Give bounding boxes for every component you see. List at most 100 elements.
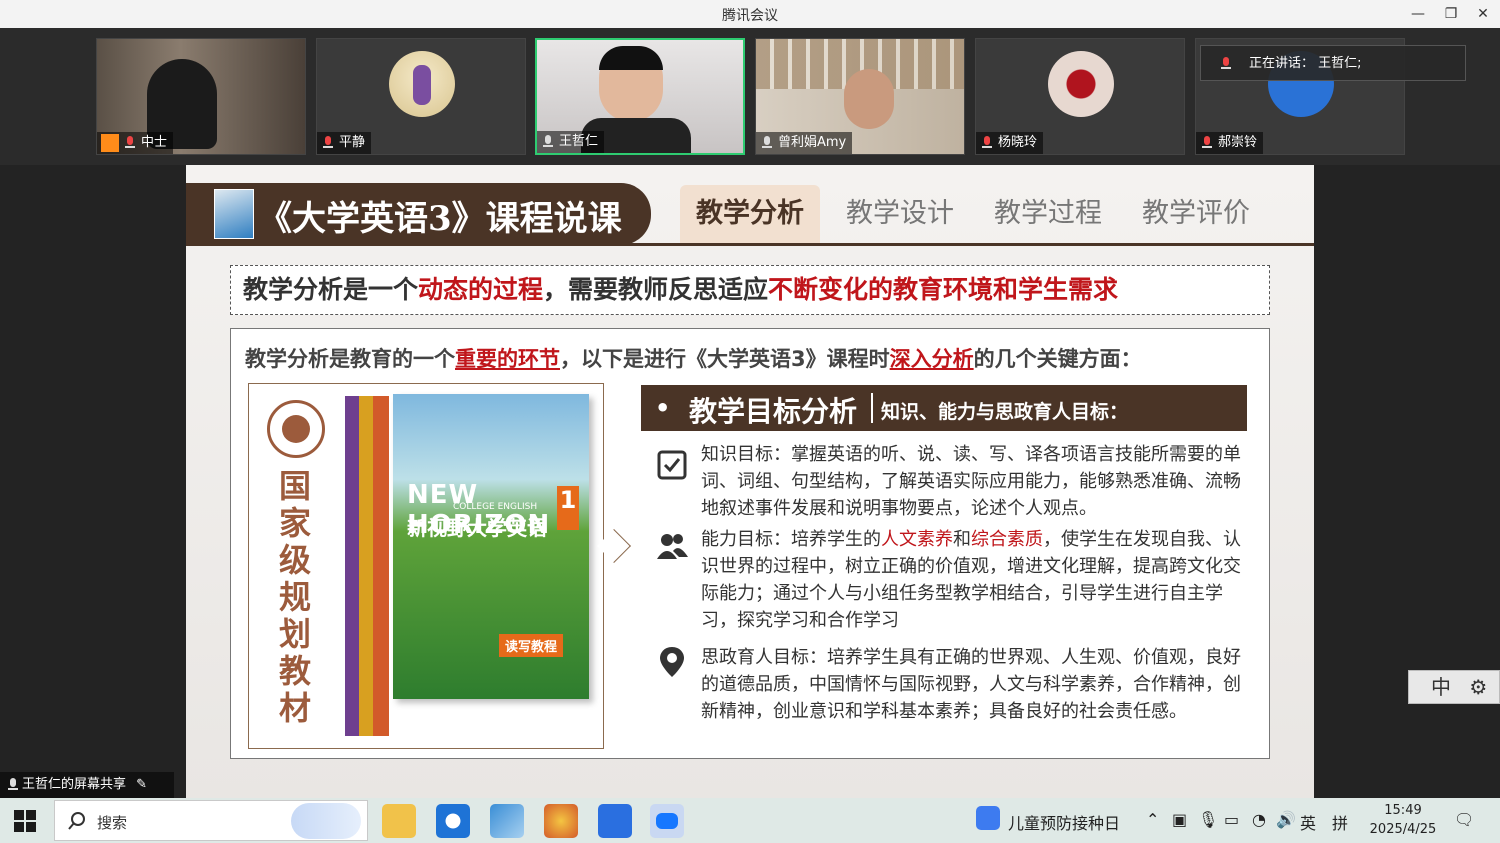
mic-muted-icon xyxy=(1219,57,1233,71)
ability-objective: 能力目标：培养学生的人文素养和综合素质，使学生在发现自我、认识世界的过程中，树立… xyxy=(701,526,1241,634)
feishu-icon[interactable] xyxy=(598,804,632,838)
ime-floating-widget[interactable]: 中 ⚙ xyxy=(1408,670,1500,704)
widgets-icon[interactable] xyxy=(976,806,1000,830)
vertical-char: 规 xyxy=(278,578,311,616)
objectives-header: • 教学目标分析 知识、能力与思政育人目标： xyxy=(641,385,1247,431)
participant-tile-active[interactable]: 王哲仁 xyxy=(535,38,745,155)
participant-tile[interactable]: 曾利娟Amy xyxy=(755,38,965,155)
intro-text: 的几个关键方面： xyxy=(973,347,1142,371)
ability-text: 和 xyxy=(953,529,971,550)
notification-icon[interactable]: 🗨 xyxy=(1454,810,1474,829)
location-pin-icon xyxy=(660,647,684,677)
avatar xyxy=(389,51,455,117)
close-button[interactable]: ✕ xyxy=(1466,2,1500,26)
book-thumbnail xyxy=(214,189,254,239)
participant-video xyxy=(844,69,894,129)
tab-teaching-process[interactable]: 教学过程 xyxy=(978,185,1118,243)
participant-tile[interactable]: 中士 xyxy=(96,38,306,155)
user-icon xyxy=(101,134,119,152)
participant-hair xyxy=(599,46,663,70)
avatar xyxy=(1048,51,1114,117)
key-statement-banner: 教学分析是一个动态的过程，需要教师反思适应不断变化的教育环境和学生需求 xyxy=(230,265,1270,315)
participant-namebar: 郝崇铃 xyxy=(1196,132,1264,154)
pencil-icon[interactable]: ✎ xyxy=(136,777,147,792)
book-spine-2 xyxy=(373,396,389,736)
content-box: 教学分析是教育的一个重要的环节，以下是进行《大学英语3》课程时深入分析的几个关键… xyxy=(230,328,1270,759)
taskbar: 搜索 儿童预防接种日 ⌃ ▣ 🎙 ▭ ◔ 🔊 英 拼 15:49 2025/4/… xyxy=(0,798,1500,843)
mic-muted-icon xyxy=(1200,136,1214,150)
intro-highlight: 重要的环节 xyxy=(455,347,560,371)
participant-namebar: 王哲仁 xyxy=(537,131,605,153)
ability-text: 能力目标：培养学生的 xyxy=(701,529,881,550)
clipboard-icon[interactable]: ▣ xyxy=(1172,810,1187,829)
vertical-char: 级 xyxy=(278,541,311,579)
participant-namebar: 平静 xyxy=(317,132,372,154)
textbook-cover: NEW HORIZON COLLEGE ENGLISH 新视野大学英语 1 读写… xyxy=(393,394,589,699)
windows-start-icon[interactable] xyxy=(14,810,36,832)
cover-tag: 读写教程 xyxy=(499,634,564,657)
restore-button[interactable]: ❐ xyxy=(1434,2,1468,26)
textbook-panel: 国 家 级 规 划 教 材 NEW HORIZON COLLEGE ENGLIS… xyxy=(248,383,604,749)
tab-teaching-analysis[interactable]: 教学分析 xyxy=(680,185,820,243)
title-bar: 腾讯会议 — ❐ ✕ xyxy=(0,0,1500,28)
participant-namebar: 中士 xyxy=(97,132,174,154)
microphone-icon[interactable]: 🎙 xyxy=(1198,810,1218,829)
header-divider xyxy=(186,243,1314,246)
publisher-seal-icon xyxy=(267,400,325,458)
participant-name: 中士 xyxy=(141,135,168,150)
banner-text: ，需要教师反思适应 xyxy=(543,275,769,304)
national-textbook-label: 国 家 级 规 划 教 材 xyxy=(275,468,315,727)
mic-icon xyxy=(760,136,774,150)
participant-tile[interactable]: 杨晓玲 xyxy=(975,38,1185,155)
screen-share-label[interactable]: 王哲仁的屏幕共享 ✎ xyxy=(0,772,174,798)
taskbar-search[interactable]: 搜索 xyxy=(54,800,368,841)
ime-mode[interactable]: 中 xyxy=(1431,675,1451,699)
participant-name: 平静 xyxy=(339,135,366,150)
objectives-subtitle: 知识、能力与思政育人目标： xyxy=(881,401,1129,423)
header-separator xyxy=(871,393,873,423)
edge-icon[interactable] xyxy=(436,804,470,838)
vertical-char: 教 xyxy=(278,652,311,690)
paint-icon[interactable] xyxy=(544,804,578,838)
vertical-char: 国 xyxy=(278,467,311,505)
title-tab: 《大学英语3》课程说课 xyxy=(186,183,651,245)
search-highlight-icon xyxy=(291,803,361,839)
share-label-text: 王哲仁的屏幕共享 xyxy=(22,777,127,792)
language-indicator[interactable]: 英 xyxy=(1300,810,1316,834)
tray-chevron-icon[interactable]: ⌃ xyxy=(1146,810,1159,829)
participant-namebar: 曾利娟Amy xyxy=(756,132,853,154)
shared-screen: 《大学英语3》课程说课 教学分析 教学设计 教学过程 教学评价 教学分析是一个动… xyxy=(0,165,1500,798)
tab-teaching-evaluation[interactable]: 教学评价 xyxy=(1126,185,1266,243)
gear-icon[interactable]: ⚙ xyxy=(1469,675,1487,699)
battery-icon[interactable]: ▭ xyxy=(1224,810,1239,829)
checklist-icon xyxy=(657,450,687,480)
vertical-char: 家 xyxy=(278,504,311,542)
volume-icon[interactable]: 🔊 xyxy=(1276,810,1296,829)
ability-highlight: 人文素养 xyxy=(881,529,953,550)
file-explorer-icon[interactable] xyxy=(382,804,416,838)
start-tile xyxy=(14,810,24,820)
participant-namebar: 杨晓玲 xyxy=(976,132,1044,154)
mic-icon xyxy=(541,135,555,149)
taskbar-clock[interactable]: 15:49 2025/4/25 xyxy=(1368,801,1438,839)
intro-highlight: 深入分析 xyxy=(889,347,974,371)
vertical-char: 材 xyxy=(278,689,311,727)
news-widget[interactable]: 儿童预防接种日 xyxy=(1008,810,1120,834)
participant-video xyxy=(599,46,663,122)
people-icon xyxy=(657,534,688,559)
banner-highlight: 动态的过程 xyxy=(418,275,544,304)
participant-name: 曾利娟Amy xyxy=(778,135,847,150)
tencent-meeting-icon[interactable] xyxy=(650,804,684,838)
course-title: 《大学英语3》课程说课 xyxy=(258,199,622,239)
notepad-icon[interactable] xyxy=(490,804,524,838)
mic-muted-icon xyxy=(980,136,994,150)
objectives-title: 教学目标分析 xyxy=(689,395,858,428)
minimize-button[interactable]: — xyxy=(1401,2,1435,26)
start-tile xyxy=(26,822,36,832)
wifi-icon[interactable]: ◔ xyxy=(1252,810,1266,829)
ime-indicator[interactable]: 拼 xyxy=(1332,810,1348,834)
tab-teaching-design[interactable]: 教学设计 xyxy=(830,185,970,243)
speaking-indicator: 正在讲话： 王哲仁; xyxy=(1200,45,1466,81)
participant-tile[interactable]: 平静 xyxy=(316,38,526,155)
start-tile xyxy=(14,822,24,832)
